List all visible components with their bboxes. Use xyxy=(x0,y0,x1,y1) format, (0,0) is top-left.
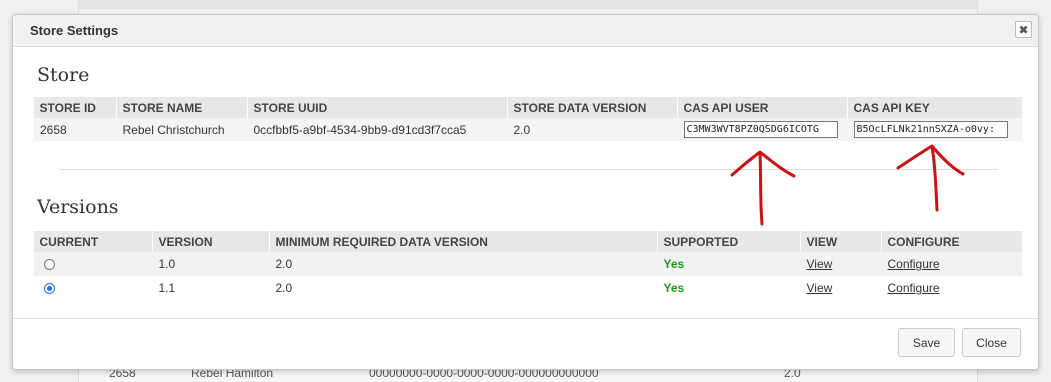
column-cas-api-key: CAS API KEY xyxy=(846,97,1022,118)
dialog-footer-divider xyxy=(13,318,1038,319)
column-version: VERSION xyxy=(151,231,269,252)
background-topbar xyxy=(79,0,977,10)
store-uuid-cell: 0ccfbbf5-a9bf-4534-9bb9-d91cd3f7cca5 xyxy=(247,118,507,141)
cas-api-user-cell xyxy=(677,118,847,141)
store-id-cell: 2658 xyxy=(33,118,116,141)
versions-heading: Versions xyxy=(37,196,119,218)
cas-api-user-field[interactable] xyxy=(683,121,838,138)
column-view: VIEW xyxy=(799,231,881,252)
store-heading: Store xyxy=(37,64,90,86)
store-table: STORE ID STORE NAME STORE UUID STORE DAT… xyxy=(33,97,1022,141)
current-cell xyxy=(34,276,153,300)
column-store-data-version: STORE DATA VERSION xyxy=(506,97,677,118)
column-minimum-required-data-version: MINIMUM REQUIRED DATA VERSION xyxy=(268,231,657,252)
configure-cell: Configure xyxy=(881,276,1022,300)
cas-api-key-field[interactable] xyxy=(853,121,1008,138)
save-button[interactable]: Save xyxy=(898,328,955,357)
current-cell xyxy=(33,252,152,276)
table-row: 1.1 2.0 Yes View Configure xyxy=(34,276,1023,300)
store-name-cell: Rebel Christchurch xyxy=(116,118,247,141)
column-current: CURRENT xyxy=(33,231,152,252)
close-button[interactable]: Close xyxy=(962,328,1021,357)
store-settings-dialog: Store Settings ✖ Store STORE ID STORE NA… xyxy=(12,14,1039,370)
min-data-version-cell: 2.0 xyxy=(269,252,657,276)
current-version-radio[interactable] xyxy=(44,259,55,271)
table-row: 2658 Rebel Christchurch 0ccfbbf5-a9bf-45… xyxy=(33,118,1022,141)
column-supported: SUPPORTED xyxy=(656,231,800,252)
view-cell: View xyxy=(800,276,881,300)
versions-table-header: CURRENT VERSION MINIMUM REQUIRED DATA VE… xyxy=(33,231,1022,252)
cas-api-key-cell xyxy=(847,118,1022,141)
store-table-header: STORE ID STORE NAME STORE UUID STORE DAT… xyxy=(33,97,1022,118)
dialog-title: Store Settings xyxy=(30,23,119,38)
configure-link[interactable]: Configure xyxy=(888,257,940,271)
view-cell: View xyxy=(800,252,881,276)
column-store-uuid: STORE UUID xyxy=(246,97,507,118)
versions-table: CURRENT VERSION MINIMUM REQUIRED DATA VE… xyxy=(33,231,1022,300)
table-row: 1.0 2.0 Yes View Configure xyxy=(33,252,1022,276)
close-icon[interactable]: ✖ xyxy=(1015,21,1032,38)
supported-cell: Yes xyxy=(657,252,800,276)
current-version-radio-selected[interactable] xyxy=(44,283,55,295)
column-configure: CONFIGURE xyxy=(880,231,1022,252)
configure-cell: Configure xyxy=(881,252,1022,276)
version-cell: 1.0 xyxy=(152,252,269,276)
supported-cell: Yes xyxy=(663,281,685,295)
version-cell: 1.1 xyxy=(158,281,176,295)
view-link[interactable]: View xyxy=(807,257,833,271)
column-store-name: STORE NAME xyxy=(115,97,247,118)
store-data-version-cell: 2.0 xyxy=(507,118,677,141)
min-data-version-cell: 2.0 xyxy=(275,281,293,295)
section-divider xyxy=(60,169,998,170)
column-store-id: STORE ID xyxy=(33,97,116,118)
dialog-header: Store Settings ✖ xyxy=(13,15,1038,47)
configure-link[interactable]: Configure xyxy=(888,281,940,295)
view-link[interactable]: View xyxy=(807,281,833,295)
column-cas-api-user: CAS API USER xyxy=(676,97,847,118)
